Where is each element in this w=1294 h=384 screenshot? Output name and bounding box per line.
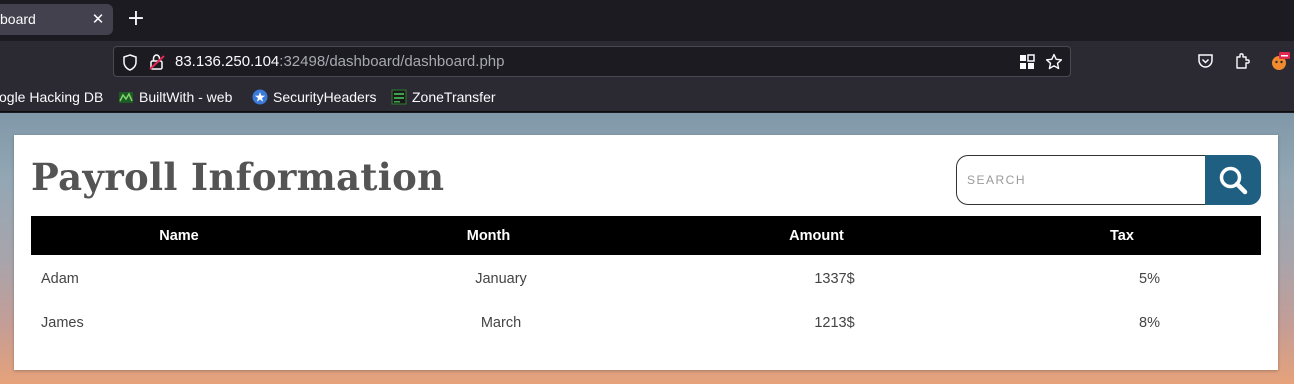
page-viewport: Payroll Information Name Month Amount Ta… [0, 113, 1294, 384]
cell-tax: 5% [1139, 271, 1160, 287]
bookmarks-toolbar: ogle Hacking DB BuiltWith - web Security… [0, 82, 1294, 112]
shield-icon[interactable] [122, 54, 138, 71]
cell-amount: 1337$ [814, 271, 855, 287]
payroll-card: Payroll Information Name Month Amount Ta… [14, 135, 1278, 370]
url-text[interactable]: 83.136.250.104:32498/dashboard/dashboard… [175, 53, 504, 70]
bookmark-securityheaders[interactable]: SecurityHeaders [273, 88, 377, 106]
profile-avatar-icon[interactable] [1270, 52, 1290, 72]
cell-tax: 8% [1139, 314, 1160, 331]
table-row: James March 1213$ 8% [31, 300, 1261, 345]
search-input[interactable] [956, 155, 1208, 205]
cell-amount: 1213$ [814, 314, 855, 331]
cell-name: James [41, 314, 84, 331]
navigation-toolbar: 83.136.250.104:32498/dashboard/dashboard… [0, 41, 1294, 82]
search-button[interactable] [1205, 155, 1261, 205]
bookmark-builtwith[interactable]: BuiltWith - web [139, 88, 232, 106]
url-bar[interactable]: 83.136.250.104:32498/dashboard/dashboard… [113, 46, 1071, 77]
payroll-table: Name Month Amount Tax Adam January 1337$… [31, 216, 1261, 345]
pocket-icon[interactable] [1197, 53, 1214, 69]
search-form [956, 155, 1261, 205]
cell-name: Adam [41, 271, 79, 287]
url-host: 83.136.250.104 [175, 53, 280, 70]
extensions-icon[interactable] [1234, 52, 1250, 70]
securityheaders-icon [252, 89, 268, 105]
bookmark-star-icon[interactable] [1045, 53, 1063, 71]
tab-strip: board ✕ + [0, 0, 1294, 41]
bookmark-google-hacking-db[interactable]: ogle Hacking DB [0, 88, 103, 106]
column-header-amount: Amount [789, 227, 844, 244]
table-row: Adam January 1337$ 5% [31, 255, 1261, 300]
search-icon [1219, 166, 1248, 195]
url-path: :32498/dashboard/dashboard.php [279, 53, 505, 70]
column-header-name: Name [159, 227, 199, 244]
new-tab-icon[interactable]: + [126, 8, 146, 30]
lock-insecure-icon[interactable] [148, 53, 166, 71]
tab-close-icon[interactable]: ✕ [90, 7, 106, 31]
column-header-month: Month [466, 227, 511, 244]
page-title: Payroll Information [31, 155, 445, 199]
tab-title: board [0, 11, 36, 27]
column-header-tax: Tax [1110, 227, 1134, 244]
table-header-row: Name Month Amount Tax [31, 216, 1261, 255]
cell-month: January [475, 271, 527, 287]
qr-code-icon[interactable] [1019, 54, 1035, 70]
cell-month: March [480, 314, 522, 331]
zonetransfer-icon [391, 89, 407, 105]
browser-tab[interactable]: board ✕ [0, 4, 113, 35]
builtwith-icon [119, 92, 133, 103]
bookmark-zonetransfer[interactable]: ZoneTransfer [412, 88, 496, 106]
